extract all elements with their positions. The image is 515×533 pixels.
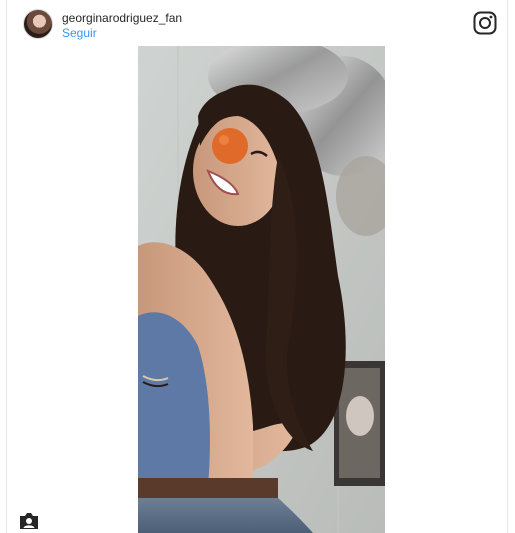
avatar[interactable]	[23, 9, 53, 39]
post-card: georginarodriguez_fan Seguir	[6, 0, 508, 533]
username-link[interactable]: georginarodriguez_fan	[62, 11, 182, 25]
photo-illustration	[138, 46, 385, 533]
user-tag-icon[interactable]	[19, 512, 39, 530]
post-photo[interactable]	[138, 46, 385, 533]
instagram-icon[interactable]	[473, 11, 497, 35]
follow-link[interactable]: Seguir	[62, 26, 97, 40]
post-header: georginarodriguez_fan Seguir	[7, 0, 507, 46]
